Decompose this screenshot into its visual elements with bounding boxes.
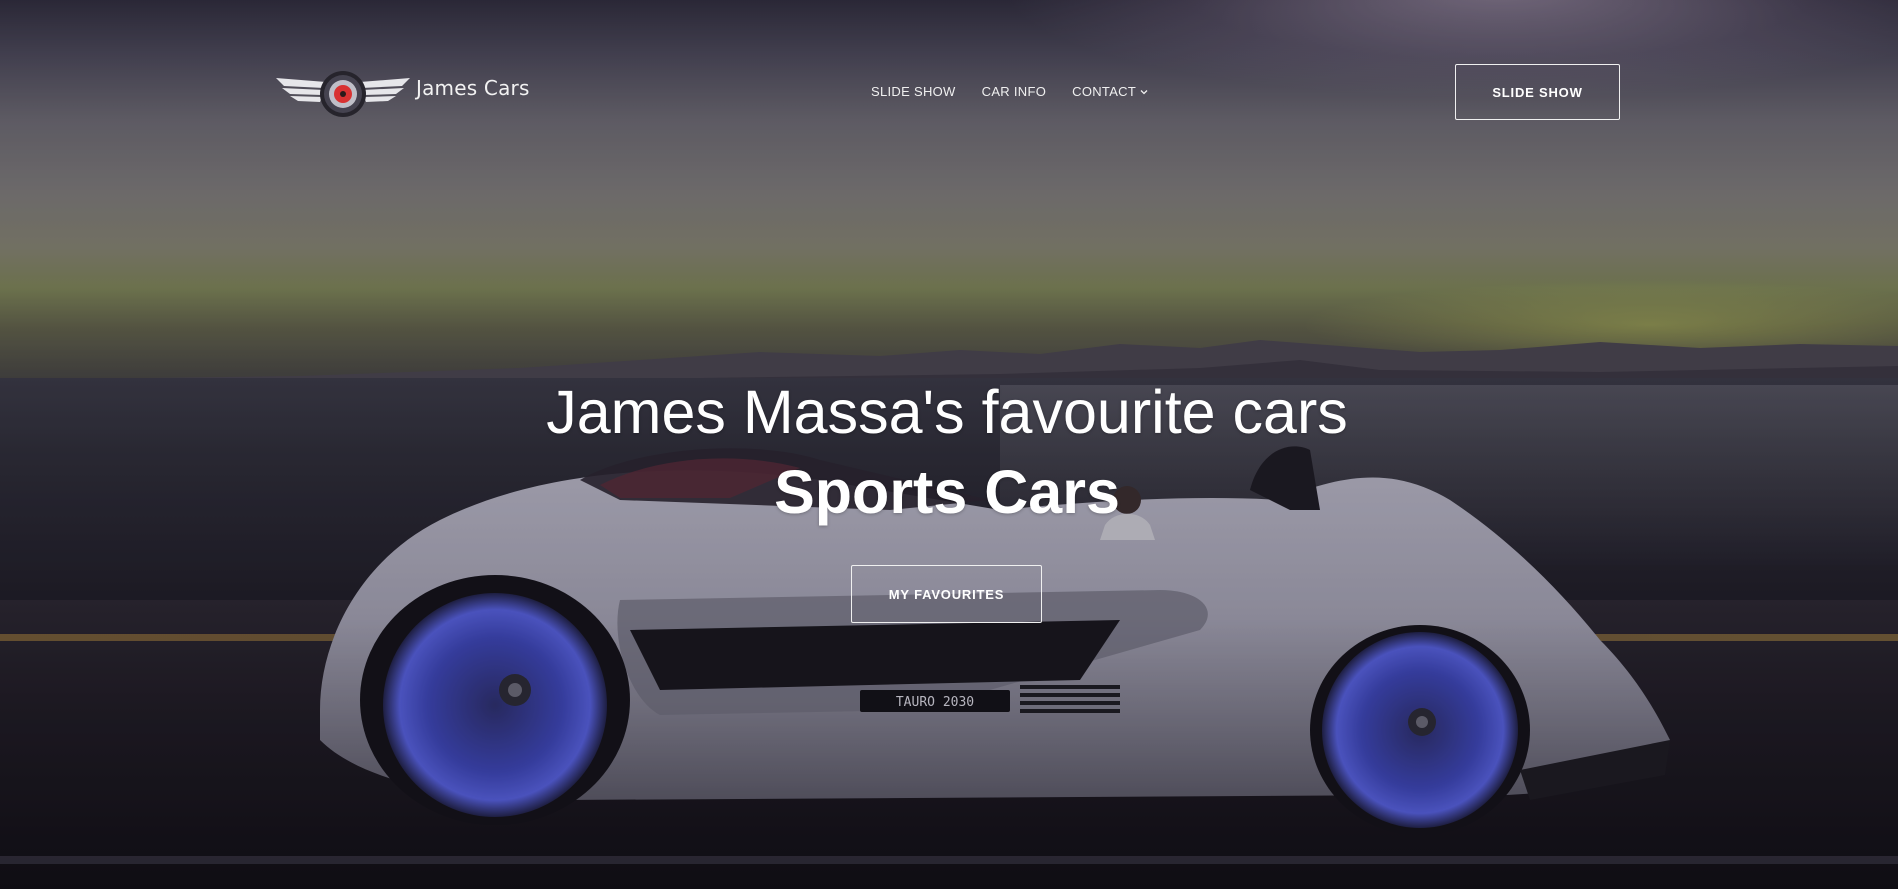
nav-item-label: SLIDE SHOW: [871, 84, 956, 99]
slide-show-button[interactable]: SLIDE SHOW: [1455, 64, 1620, 120]
nav-item-car-info[interactable]: CAR INFO: [982, 84, 1047, 99]
brand-link[interactable]: James Cars: [274, 68, 530, 120]
nav-item-label: CONTACT: [1072, 84, 1137, 99]
site-header: James Cars SLIDE SHOW CAR INFO CONTACT S…: [0, 0, 1898, 130]
my-favourites-button[interactable]: MY FAVOURITES: [851, 565, 1042, 623]
brand-name: James Cars: [416, 76, 530, 100]
hero-subtitle: Sports Cars: [774, 458, 1120, 526]
hero-title: James Massa's favourite cars: [546, 378, 1348, 446]
chevron-down-icon: [1140, 89, 1148, 94]
nav-item-label: CAR INFO: [981, 84, 1047, 99]
winged-wheel-logo-icon: [276, 71, 410, 117]
main-nav: SLIDE SHOW CAR INFO CONTACT: [871, 84, 1149, 99]
nav-item-contact[interactable]: CONTACT: [1072, 84, 1149, 99]
nav-item-slide-show[interactable]: SLIDE SHOW: [871, 84, 956, 99]
